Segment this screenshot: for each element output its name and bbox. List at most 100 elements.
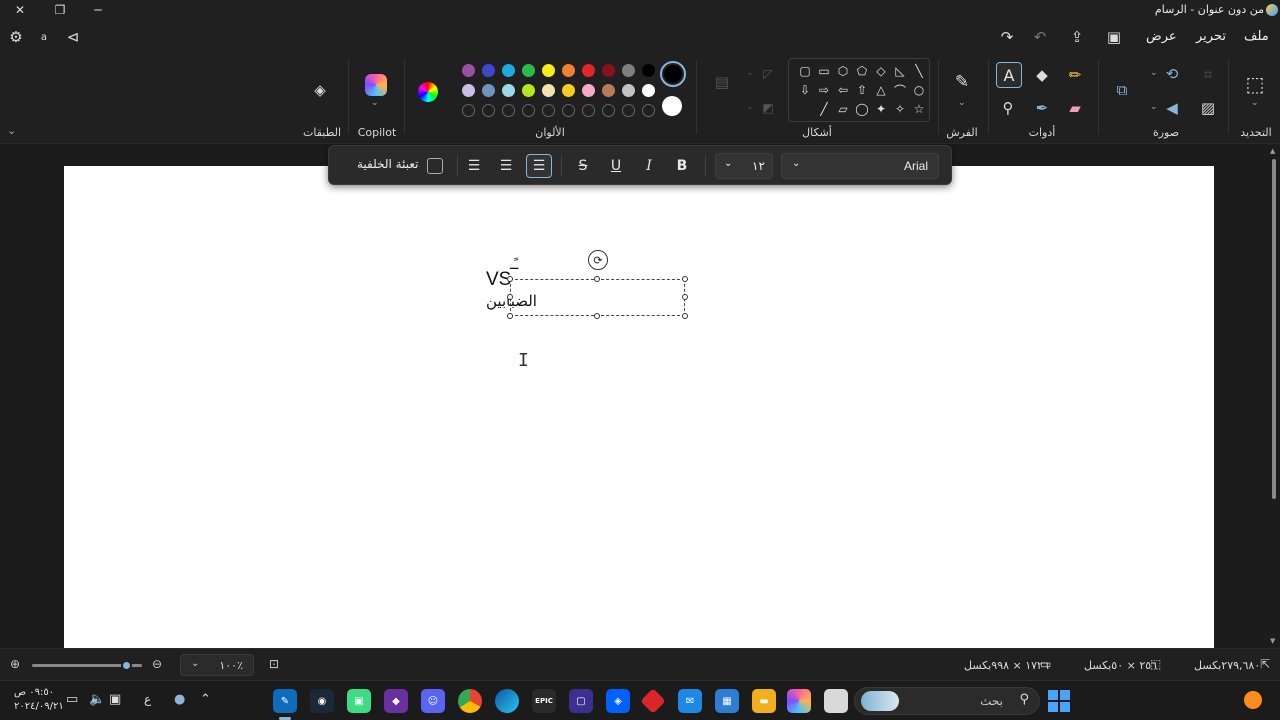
- anydesk-icon[interactable]: [640, 688, 666, 714]
- menu-edit[interactable]: تحرير: [1196, 29, 1226, 44]
- color-picker-icon[interactable]: ✒: [1030, 96, 1054, 120]
- custom-color-slot[interactable]: [582, 104, 595, 117]
- color-swatch[interactable]: [542, 84, 555, 97]
- tray-overflow-icon[interactable]: ⌃: [200, 692, 211, 707]
- resize-handle[interactable]: [682, 313, 688, 319]
- epic-games-icon[interactable]: EPIC: [532, 689, 556, 713]
- zoom-dropdown[interactable]: ⌄ ١٠٠٪: [180, 654, 254, 676]
- primary-color[interactable]: [660, 61, 686, 87]
- zoom-out-icon[interactable]: ⊖: [152, 657, 162, 671]
- chevron-down-icon[interactable]: ⌄: [1150, 102, 1158, 112]
- clock[interactable]: ٠٩:٥٠ ص ٢٠٢٤/٠٩/٢١: [14, 686, 64, 714]
- window-app-icon[interactable]: [824, 689, 848, 713]
- account-icon[interactable]: a: [33, 26, 55, 48]
- chevron-down-icon[interactable]: ⌄: [1150, 68, 1158, 78]
- android-studio-icon[interactable]: ▣: [347, 689, 371, 713]
- color-swatch[interactable]: [502, 84, 515, 97]
- color-swatch[interactable]: [622, 64, 635, 77]
- custom-color-slot[interactable]: [642, 104, 655, 117]
- strikethrough-button[interactable]: S: [570, 154, 596, 178]
- custom-color-slot[interactable]: [562, 104, 575, 117]
- selection-icon[interactable]: ⬚: [1243, 72, 1267, 96]
- shape-option-icon[interactable]: ⇩: [797, 82, 813, 98]
- scroll-down-icon[interactable]: ▼: [1270, 637, 1275, 645]
- color-swatch[interactable]: [482, 84, 495, 97]
- redo-icon[interactable]: ↷: [996, 26, 1018, 48]
- save-icon[interactable]: ▣: [1103, 26, 1125, 48]
- shape-option-icon[interactable]: ◇: [873, 63, 889, 79]
- resize-handle[interactable]: [682, 276, 688, 282]
- fill-bucket-icon[interactable]: ◆: [1030, 63, 1054, 87]
- paint-app-icon[interactable]: ✎: [273, 689, 297, 713]
- color-swatch[interactable]: [642, 84, 655, 97]
- network-icon[interactable]: ▣: [109, 692, 121, 707]
- flip-icon[interactable]: ◀: [1160, 96, 1184, 120]
- color-swatch[interactable]: [542, 64, 555, 77]
- secondary-color[interactable]: [662, 96, 682, 116]
- color-swatch[interactable]: [602, 84, 615, 97]
- menu-file[interactable]: ملف: [1244, 29, 1269, 44]
- pencil-icon[interactable]: ✏: [1063, 63, 1087, 87]
- chevron-down-icon[interactable]: ⌄: [1251, 98, 1259, 108]
- shape-option-icon[interactable]: ⬡: [835, 63, 851, 79]
- text-tool-button[interactable]: A: [996, 62, 1022, 88]
- share-icon[interactable]: ⇪: [1066, 26, 1088, 48]
- notification-icon[interactable]: [1244, 691, 1262, 709]
- color-swatch[interactable]: [582, 84, 595, 97]
- color-swatch[interactable]: [522, 64, 535, 77]
- microphone-icon[interactable]: ●: [174, 692, 185, 707]
- custom-color-slot[interactable]: [622, 104, 635, 117]
- color-swatch[interactable]: [602, 64, 615, 77]
- font-size-dropdown[interactable]: ⌄ ١٢: [715, 153, 773, 179]
- background-removal-icon[interactable]: ▨: [1196, 96, 1220, 120]
- taskbar-search[interactable]: بحث ⚲: [854, 687, 1040, 715]
- align-center-button[interactable]: ☰: [493, 154, 519, 178]
- custom-color-slot[interactable]: [542, 104, 555, 117]
- steam-icon[interactable]: ◉: [310, 689, 334, 713]
- align-left-button[interactable]: ☰: [526, 154, 552, 178]
- edge-icon[interactable]: [495, 689, 519, 713]
- battery-icon[interactable]: ▭: [66, 692, 78, 707]
- custom-color-slot[interactable]: [522, 104, 535, 117]
- bold-button[interactable]: B: [669, 154, 695, 178]
- custom-color-slot[interactable]: [502, 104, 515, 117]
- shape-option-icon[interactable]: ◺: [892, 63, 908, 79]
- undo-icon[interactable]: ↶: [1029, 26, 1051, 48]
- underline-button[interactable]: U: [603, 154, 629, 178]
- shape-option-icon[interactable]: △: [873, 82, 889, 98]
- language-indicator[interactable]: ع: [144, 692, 151, 706]
- resize-handle[interactable]: [507, 313, 513, 319]
- shape-option-icon[interactable]: ⇧: [854, 82, 870, 98]
- layers-icon[interactable]: ◈: [308, 78, 332, 102]
- shape-option-icon[interactable]: ⌒: [892, 82, 908, 98]
- magnifier-icon[interactable]: ⚲: [996, 96, 1020, 120]
- feedback-icon[interactable]: ⊲: [62, 26, 84, 48]
- zoom-in-icon[interactable]: ⊕: [10, 657, 20, 671]
- color-swatch[interactable]: [562, 84, 575, 97]
- scroll-thumb[interactable]: [1272, 159, 1276, 499]
- windows-start-icon[interactable]: [1048, 690, 1070, 712]
- edit-colors-icon[interactable]: [418, 82, 438, 102]
- color-swatch[interactable]: [642, 64, 655, 77]
- shape-outline-icon[interactable]: ▤: [710, 70, 734, 94]
- shape-option-icon[interactable]: ○: [911, 82, 927, 98]
- shape-fill-icon[interactable]: ◸: [756, 62, 780, 86]
- restore-button[interactable]: ❐: [40, 0, 80, 20]
- scroll-up-icon[interactable]: ▲: [1270, 147, 1275, 155]
- shape-option-icon[interactable]: ✦: [873, 101, 889, 117]
- resize-handle[interactable]: [594, 276, 600, 282]
- image-resize-icon[interactable]: ⧉: [1110, 78, 1134, 102]
- copilot-icon[interactable]: [365, 74, 387, 96]
- zoom-slider-thumb[interactable]: [121, 660, 132, 671]
- shape-option-icon[interactable]: ╲: [911, 63, 927, 79]
- color-swatch[interactable]: [482, 64, 495, 77]
- custom-color-slot[interactable]: [482, 104, 495, 117]
- brush-icon[interactable]: ✎: [950, 70, 974, 94]
- menu-view[interactable]: عرض: [1146, 29, 1177, 44]
- custom-color-slot[interactable]: [602, 104, 615, 117]
- resize-handle[interactable]: [507, 276, 513, 282]
- shape-option-icon[interactable]: ╱: [816, 101, 832, 117]
- resize-handle[interactable]: [594, 313, 600, 319]
- shape-option-icon[interactable]: ▱: [835, 101, 851, 117]
- ribbon-collapse-icon[interactable]: ⌄: [7, 124, 16, 137]
